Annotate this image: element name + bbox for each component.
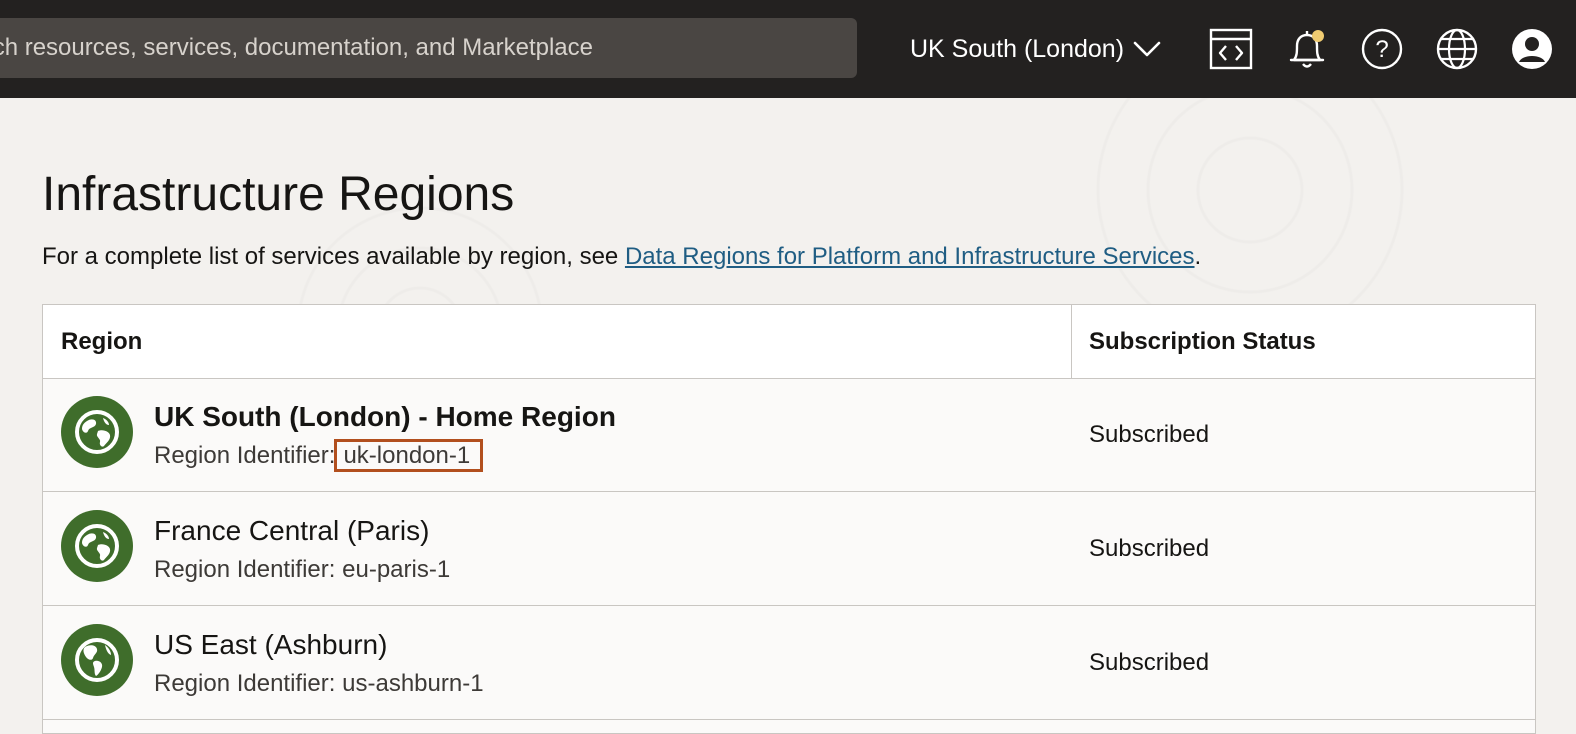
region-identifier-label: Region Identifier: [154,442,336,469]
region-identifier: Region Identifier: uk-london-1 [154,439,484,472]
region-identifier-value: uk-london-1 [334,439,484,472]
column-header-region: Region [61,327,143,355]
column-header-subscription-status: Subscription Status [1089,327,1316,355]
region-identifier: Region Identifier: us-ashburn-1 [154,670,484,698]
top-navigation-bar: Search resources, services, documentatio… [0,0,1576,98]
page-title: Infrastructure Regions [42,168,515,221]
globe-europe-icon [61,396,133,468]
user-avatar-icon[interactable] [1508,25,1556,73]
page-description: For a complete list of services availabl… [42,243,1201,271]
search-placeholder: Search resources, services, documentatio… [0,34,593,61]
description-period: . [1194,243,1202,270]
globe-americas-icon [61,624,133,696]
data-regions-link[interactable]: Data Regions for Platform and Infrastruc… [625,243,1195,270]
subscription-status: Subscribed [1089,420,1210,448]
svg-text:?: ? [1375,36,1388,63]
table-row: US East (Ashburn) Region Identifier: us-… [43,606,1535,720]
region-identifier-value: us-ashburn-1 [342,670,484,697]
table-row: UK South (London) - Home Region Region I… [43,378,1535,492]
globe-language-icon[interactable] [1433,25,1481,73]
region-selector[interactable]: UK South (London) [910,30,1162,68]
region-name: France Central (Paris) [154,515,430,546]
help-icon[interactable]: ? [1358,25,1406,73]
region-identifier-label: Region Identifier: [154,670,336,697]
table-row: France Central (Paris) Region Identifier… [43,492,1535,606]
region-name: UK South (London) - Home Region [154,401,616,432]
subscription-status: Subscribed [1089,648,1210,676]
region-name: US East (Ashburn) [154,629,388,660]
chevron-down-icon [1132,34,1162,64]
code-editor-icon[interactable] [1207,25,1255,73]
notification-dot [1312,30,1324,42]
subscription-status: Subscribed [1089,534,1210,562]
column-divider [1071,305,1072,378]
bell-icon[interactable] [1283,25,1331,73]
description-text: For a complete list of services availabl… [42,243,625,270]
region-identifier-label: Region Identifier: [154,556,336,583]
region-selector-label: UK South (London) [910,34,1125,63]
table-header: Region Subscription Status [43,305,1535,379]
regions-table: Region Subscription Status UK South (Lon… [42,304,1536,734]
search-input[interactable]: Search resources, services, documentatio… [0,18,857,78]
region-identifier: Region Identifier: eu-paris-1 [154,556,450,584]
region-identifier-value: eu-paris-1 [342,556,451,583]
globe-europe-icon [61,510,133,582]
